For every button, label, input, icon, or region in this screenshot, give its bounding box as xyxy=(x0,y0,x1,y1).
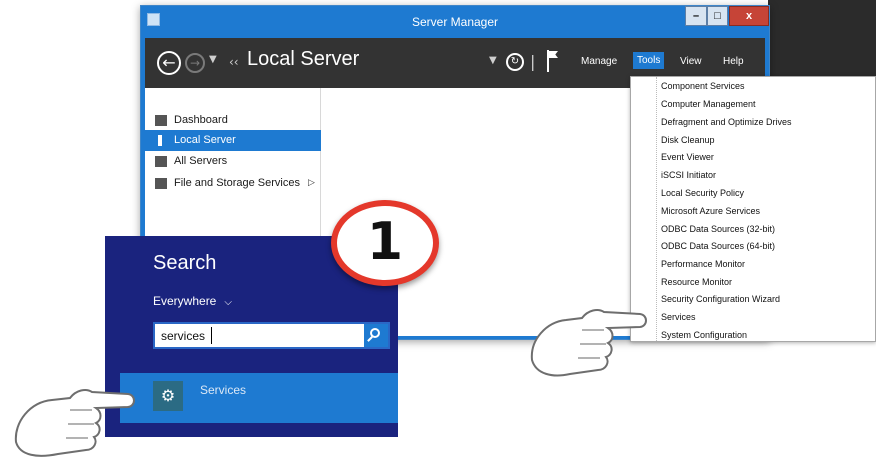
menu-manage[interactable]: Manage xyxy=(581,56,617,67)
menu-item-odbc-32[interactable]: ODBC Data Sources (32-bit) xyxy=(661,224,775,234)
menu-item-resource-monitor[interactable]: Resource Monitor xyxy=(661,277,732,287)
sidebar-item-all-servers[interactable]: All Servers xyxy=(145,151,321,172)
menu-tools[interactable]: Tools xyxy=(633,52,665,69)
refresh-icon[interactable]: ↻ xyxy=(506,53,524,71)
menu-item-iscsi-initiator[interactable]: iSCSI Initiator xyxy=(661,170,716,180)
history-dropdown-icon[interactable]: ▼ xyxy=(209,54,217,65)
menu-item-odbc-64[interactable]: ODBC Data Sources (64-bit) xyxy=(661,241,775,251)
tools-dropdown-menu: Component Services Computer Management D… xyxy=(630,76,876,342)
all-servers-icon xyxy=(155,156,167,167)
menu-item-system-configuration[interactable]: System Configuration xyxy=(661,330,747,340)
services-gear-icon: ⚙ xyxy=(153,381,183,411)
menu-item-defragment[interactable]: Defragment and Optimize Drives xyxy=(661,117,792,127)
chevron-down-icon: ⌵ xyxy=(224,297,232,308)
menu-item-disk-cleanup[interactable]: Disk Cleanup xyxy=(661,135,715,145)
minimize-button[interactable]: – xyxy=(685,6,707,26)
menu-item-performance-monitor[interactable]: Performance Monitor xyxy=(661,259,745,269)
pointing-hand-icon xyxy=(522,300,650,384)
search-input[interactable] xyxy=(155,324,360,347)
close-button[interactable]: x xyxy=(729,6,769,26)
local-server-icon xyxy=(158,135,162,146)
menu-item-computer-management[interactable]: Computer Management xyxy=(661,99,756,109)
menu-item-azure-services[interactable]: Microsoft Azure Services xyxy=(661,206,760,216)
sidebar-item-dashboard[interactable]: Dashboard xyxy=(145,110,321,131)
search-heading: Search xyxy=(153,252,217,274)
search-result-label: Services xyxy=(200,383,247,397)
sidebar-item-file-storage[interactable]: File and Storage Services ▷ xyxy=(145,173,321,194)
maximize-button[interactable]: □ xyxy=(707,6,728,26)
search-scope-dropdown[interactable]: Everywhere ⌵ xyxy=(153,294,232,308)
pointing-hand-icon xyxy=(8,378,138,462)
toolbar-divider: | xyxy=(530,52,536,71)
text-caret xyxy=(211,327,212,344)
notifications-flag-icon[interactable] xyxy=(547,50,559,72)
search-button[interactable] xyxy=(364,324,388,347)
menu-item-component-services[interactable]: Component Services xyxy=(661,81,745,91)
search-icon xyxy=(370,328,380,338)
back-arrow-icon[interactable]: ← xyxy=(157,51,181,75)
file-storage-icon xyxy=(155,178,167,189)
breadcrumb-arrows: ‹‹ xyxy=(229,55,239,69)
sidebar-item-local-server[interactable]: Local Server xyxy=(145,130,321,151)
dashboard-icon xyxy=(155,115,167,126)
breadcrumb-dropdown-icon[interactable]: ▼ xyxy=(489,55,497,66)
menu-item-local-security-policy[interactable]: Local Security Policy xyxy=(661,188,744,198)
search-scope-label: Everywhere xyxy=(153,294,217,308)
window-title: Server Manager xyxy=(411,15,499,29)
submenu-arrow-icon: ▷ xyxy=(308,177,315,187)
step-number-badge: 1 xyxy=(331,200,439,286)
search-box xyxy=(153,322,390,349)
page-title: Local Server xyxy=(247,48,360,70)
title-bar: Server Manager – □ x xyxy=(141,6,769,38)
menu-item-security-config-wizard[interactable]: Security Configuration Wizard xyxy=(661,294,780,304)
forward-arrow-icon[interactable]: → xyxy=(185,53,205,73)
menu-view[interactable]: View xyxy=(680,56,702,67)
menu-item-event-viewer[interactable]: Event Viewer xyxy=(661,152,714,162)
menu-help[interactable]: Help xyxy=(723,56,744,67)
search-result-services[interactable]: ⚙ Services xyxy=(120,373,398,423)
step-number: 1 xyxy=(366,212,404,272)
menu-item-services[interactable]: Services xyxy=(661,312,696,322)
